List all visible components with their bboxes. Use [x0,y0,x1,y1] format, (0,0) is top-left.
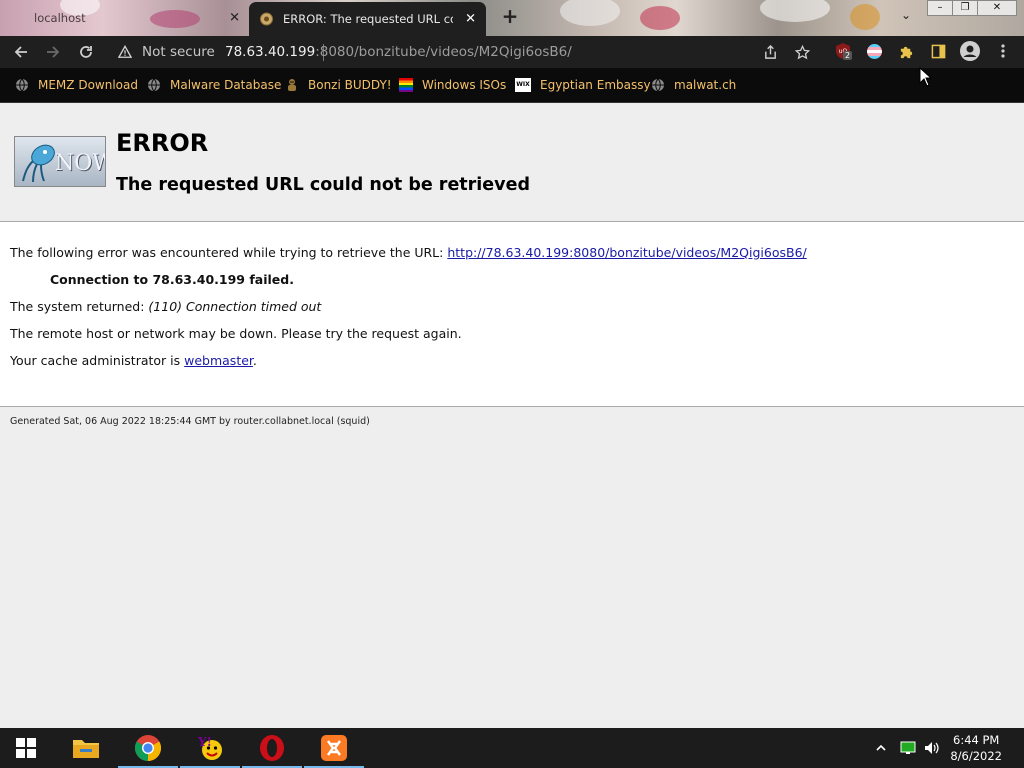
browser-title-bar: localhost ✕ ERROR: The requested URL cou… [0,0,1024,36]
svg-text:Y!: Y! [197,735,212,749]
chrome-taskbar-button[interactable] [118,728,178,768]
reload-button[interactable] [75,41,97,63]
bookmark-label: Malware Database [170,78,282,92]
extensions-puzzle-icon[interactable] [897,42,915,60]
wallpaper-splat [760,0,830,22]
ublock-origin-icon[interactable]: uO 2 [834,42,853,60]
xampp-taskbar-button[interactable] [304,728,364,768]
folder-icon [73,740,99,758]
browser-menu-icon[interactable] [994,42,1012,60]
url-path: :8080/bonzitube/videos/M2Qigi6osB6/ [315,44,572,60]
error-url-prefix: The following error was encountered whil… [10,245,448,260]
cache-admin-prefix: Your cache administrator is [10,353,185,368]
rainbow-flag-icon [399,78,413,92]
yahoo-messenger-icon: Y! [197,735,222,760]
mouse-cursor-icon [919,67,933,87]
error-body: The following error was encountered whil… [0,222,1024,407]
error-url-line: The following error was encountered whil… [10,245,807,260]
volume-icon[interactable] [924,740,940,756]
generated-footer: Generated Sat, 06 Aug 2022 18:25:44 GMT … [10,416,370,427]
url-host: 78.63.40.199 [225,44,316,60]
address-bar[interactable]: Not secure 78.63.40.199:8080/bonzitube/v… [107,39,823,66]
cache-admin-suffix: . [252,353,257,368]
start-button[interactable] [0,728,52,768]
side-panel-icon[interactable] [929,42,947,60]
browser-toolbar: Not secure 78.63.40.199:8080/bonzitube/v… [0,36,1024,68]
wallpaper-splat [640,6,680,30]
network-icon[interactable] [900,740,916,756]
squid-favicon-icon [260,12,273,26]
webmaster-link[interactable]: webmaster [184,353,253,368]
warning-triangle-icon [118,45,132,58]
bookmark-label: Bonzi BUDDY! [308,78,392,92]
forward-button[interactable] [42,41,64,63]
new-tab-button[interactable]: + [500,6,520,26]
chrome-icon [134,735,162,762]
system-returned-prefix: The system returned: [10,299,149,314]
back-button[interactable] [10,41,32,63]
page-subtitle: The requested URL could not be retrieved [116,175,530,195]
clock-time: 6:44 PM [953,733,1000,747]
url-text[interactable]: 78.63.40.199:8080/bonzitube/videos/M2Qig… [225,44,572,60]
windows-logo-icon [16,738,36,758]
system-returned-value: (110) Connection timed out [148,299,322,314]
cache-admin-line: Your cache administrator is webmaster. [10,353,257,368]
close-window-button[interactable]: ✕ [977,0,1017,16]
squid-now-logo: NOW [14,136,106,187]
clock-date: 8/6/2022 [950,749,1002,763]
bookmark-star-icon[interactable] [793,43,811,61]
system-returned-line: The system returned: (110) Connection ti… [10,299,321,314]
remote-host-down-text: The remote host or network may be down. … [10,326,462,341]
opera-taskbar-button[interactable] [242,728,302,768]
bonzi-icon [288,79,296,91]
logo-text: NOW [55,151,105,176]
wix-icon: WIX [515,78,531,92]
tab-label: localhost [34,11,86,25]
bookmark-malwatch[interactable]: malwat.ch [651,76,736,94]
bookmark-label: Windows ISOs [422,78,507,92]
error-header: NOW ERROR The requested URL could not be… [0,103,1024,222]
tab-label: ERROR: The requested URL could not be re… [283,12,453,26]
minimize-button[interactable]: – [927,0,953,16]
error-page: NOW ERROR The requested URL could not be… [0,103,1024,728]
error-url-link[interactable]: http://78.63.40.199:8080/bonzitube/video… [447,245,806,260]
tab-close-icon[interactable]: ✕ [229,11,240,26]
page-title: ERROR [116,129,209,157]
tab-error-page[interactable]: ERROR: The requested URL could not be re… [249,2,486,36]
bookmark-memz-download[interactable]: MEMZ Download [15,76,138,94]
bookmark-label: malwat.ch [674,78,737,92]
profile-avatar-icon[interactable] [960,41,980,61]
share-icon[interactable] [761,43,779,61]
opera-icon [260,735,284,761]
wallpaper-splat [560,0,620,26]
extension-badge: 2 [843,51,853,60]
globe-icon [652,78,664,92]
trans-flag-extension-icon[interactable] [865,42,883,60]
globe-icon [148,78,160,92]
restore-button[interactable]: ❐ [952,0,978,16]
tab-close-icon[interactable]: ✕ [465,12,476,27]
back-arrow-icon [14,46,27,58]
bookmark-malware-database[interactable]: Malware Database [147,76,281,94]
taskbar-clock[interactable]: 6:44 PM 8/6/2022 [950,732,1002,764]
bookmark-windows-isos[interactable]: Windows ISOs [399,76,506,94]
bookmark-bonzi-buddy[interactable]: Bonzi BUDDY! [285,76,392,94]
windows-taskbar: Y! 6:44 PM 8/6/2022 [0,728,1024,768]
reload-icon [80,46,92,58]
globe-icon [16,78,28,92]
tab-localhost[interactable]: localhost ✕ [8,4,248,32]
bookmark-label: Egyptian Embassy [540,78,651,92]
xampp-icon [321,735,347,761]
yahoo-messenger-taskbar-button[interactable]: Y! [180,728,240,768]
tab-search-chevron-icon[interactable]: ⌄ [898,8,914,24]
connection-failed-text: Connection to 78.63.40.199 failed. [50,272,294,287]
security-label[interactable]: Not secure [142,44,215,60]
forward-arrow-icon [47,46,60,58]
bookmark-label: MEMZ Download [38,78,138,92]
bookmark-egyptian-embassy[interactable]: WIX Egyptian Embassy [515,76,651,94]
bookmarks-bar: MEMZ Download Malware Database Bonzi BUD… [0,68,1024,103]
show-hidden-icons-chevron-icon[interactable] [873,740,889,756]
wallpaper-splat [850,4,880,30]
file-explorer-button[interactable] [56,728,116,768]
